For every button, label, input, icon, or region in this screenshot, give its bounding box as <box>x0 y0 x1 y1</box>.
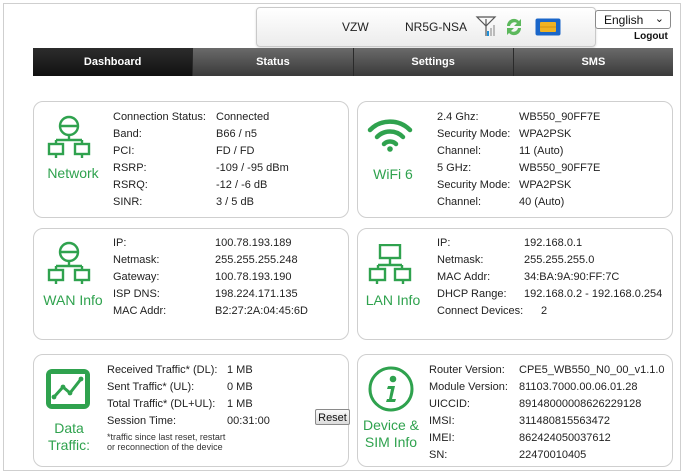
device-label: SN: <box>429 449 448 461</box>
wan-value: 198.224.171.135 <box>215 288 298 300</box>
wifi-label: 2.4 Ghz: <box>437 111 479 123</box>
lan-computers-icon <box>368 244 412 284</box>
wan-label: MAC Addr: <box>113 305 167 317</box>
lan-label: DHCP Range: <box>437 288 507 300</box>
wan-value: B2:27:2A:04:45:6D <box>215 305 308 317</box>
device-value: 89148000008626229128 <box>519 398 642 410</box>
lan-value: 255.255.255.0 <box>524 254 595 266</box>
wan-globe-icon <box>47 241 91 284</box>
wan-value: 255.255.255.248 <box>215 254 298 266</box>
network-value: -109 / -95 dBm <box>216 162 289 174</box>
traffic-value: 0 MB <box>227 381 253 393</box>
wifi-value: WPA2PSK <box>519 128 572 140</box>
traffic-label: Total Traffic* (DL+UL): <box>107 398 216 410</box>
wan-value: 100.78.193.190 <box>215 271 292 283</box>
carrier-name: VZW <box>342 20 369 34</box>
tab-dashboard[interactable]: Dashboard <box>33 48 194 76</box>
device-title: Device & SIM Info <box>358 417 424 451</box>
chevron-down-icon: ⌄ <box>654 13 664 25</box>
lan-value: 34:BA:9A:90:FF:7C <box>524 271 620 283</box>
reset-traffic-button[interactable]: Reset <box>315 409 350 425</box>
wifi-label: Channel: <box>437 145 482 157</box>
device-label: IMEI: <box>429 432 455 444</box>
lan-label: Connect Devices: <box>437 305 524 317</box>
wan-title: WAN Info <box>43 292 103 308</box>
wifi-value: 40 (Auto) <box>519 196 565 208</box>
network-title: Network <box>47 165 99 181</box>
device-value: 22470010405 <box>519 449 587 461</box>
lan-label: MAC Addr: <box>437 271 491 283</box>
wifi-label: 5 GHz: <box>437 162 472 174</box>
device-title-line2: SIM Info <box>364 434 418 450</box>
info-icon <box>368 366 414 412</box>
device-title-line1: Device & <box>362 417 420 433</box>
tab-status[interactable]: Status <box>193 48 354 76</box>
lan-title: LAN Info <box>365 292 421 308</box>
lan-label: Netmask: <box>437 254 484 266</box>
traffic-title-line1: Data <box>54 420 84 436</box>
traffic-value: 00:31:00 <box>227 415 270 427</box>
device-value: 311480815563472 <box>519 415 610 427</box>
traffic-label: Session Time: <box>107 415 177 427</box>
network-value: Connected <box>216 111 270 123</box>
tab-sms[interactable]: SMS <box>514 48 673 76</box>
wan-label: ISP DNS: <box>113 288 160 300</box>
device-value: 81103.7000.00.06.01.28 <box>519 381 638 393</box>
wan-value: 100.78.193.189 <box>215 237 292 249</box>
network-label: Connection Status: <box>113 111 206 123</box>
network-value: 3 / 5 dB <box>216 196 254 208</box>
traffic-label: Received Traffic* (DL): <box>107 364 218 376</box>
network-technology: NR5G-NSA <box>405 20 468 34</box>
wan-label: IP: <box>113 237 127 249</box>
wifi-value: WB550_90FF7E <box>519 111 601 123</box>
lan-value: 192.168.0.1 <box>524 237 583 249</box>
tab-settings[interactable]: Settings <box>354 48 514 76</box>
wan-label: Gateway: <box>113 271 160 283</box>
network-label: Band: <box>113 128 142 140</box>
traffic-chart-icon <box>46 369 90 409</box>
device-label: IMSI: <box>429 415 455 427</box>
wifi-label: Security Mode: <box>437 128 511 140</box>
traffic-value: 1 MB <box>227 398 253 410</box>
traffic-footnote-line1: *traffic since last reset, restart <box>107 432 226 442</box>
network-globe-icon <box>47 115 91 158</box>
main-nav: Dashboard Status Settings SMS <box>33 48 673 76</box>
network-value: B66 / n5 <box>216 128 257 140</box>
traffic-value: 1 MB <box>227 364 253 376</box>
wifi-value: WPA2PSK <box>519 179 572 191</box>
device-label: Module Version: <box>429 381 508 393</box>
network-label: RSRQ: <box>113 179 148 191</box>
device-label: Router Version: <box>429 364 505 376</box>
connection-status-bar: VZW NR5G-NSA <box>256 7 596 47</box>
logout-link[interactable]: Logout <box>634 31 668 42</box>
language-select[interactable]: English ⌄ <box>595 10 671 29</box>
traffic-footnote-line2: or reconnection of the device <box>107 442 223 452</box>
wifi-label: Channel: <box>437 196 482 208</box>
traffic-title: Data Traffic: <box>38 420 100 454</box>
wifi-title: WiFi 6 <box>373 166 413 182</box>
wan-label: Netmask: <box>113 254 160 266</box>
device-label: UICCID: <box>429 398 470 410</box>
wifi-value: 11 (Auto) <box>519 145 564 157</box>
traffic-label: Sent Traffic* (UL): <box>107 381 195 393</box>
wifi-label: Security Mode: <box>437 179 511 191</box>
network-value: -12 / -6 dB <box>216 179 268 191</box>
network-value: FD / FD <box>216 145 255 157</box>
device-value: CPE5_WB550_N0_00_v1.1.0 <box>519 364 665 376</box>
lan-value: 2 <box>541 305 548 317</box>
signal-bars-icon <box>475 16 497 36</box>
language-selected-value: English <box>604 13 644 27</box>
sync-arrows-icon <box>506 18 522 36</box>
sim-card-icon <box>535 18 561 36</box>
lan-label: IP: <box>437 237 451 249</box>
network-label: RSRP: <box>113 162 147 174</box>
device-value: 862424050037612 <box>519 432 611 444</box>
network-label: SINR: <box>113 196 143 208</box>
traffic-footnote: *traffic since last reset, restart or re… <box>107 432 307 452</box>
lan-value: 192.168.0.2 - 192.168.0.254 <box>524 288 663 300</box>
traffic-title-line2: Traffic: <box>47 437 90 453</box>
network-label: PCI: <box>113 145 135 157</box>
wifi-value: WB550_90FF7E <box>519 162 601 174</box>
wifi-icon <box>367 119 413 152</box>
